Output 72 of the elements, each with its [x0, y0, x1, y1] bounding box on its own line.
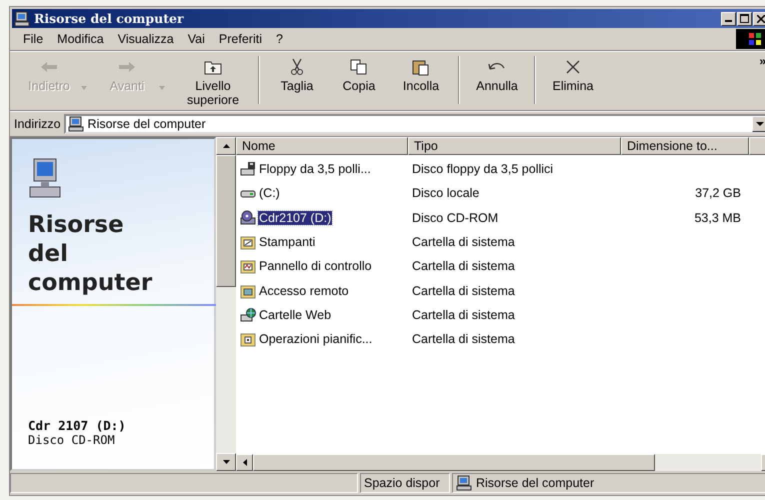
- column-header[interactable]: Dimensione to...: [621, 137, 749, 155]
- minimize-button[interactable]: [721, 12, 736, 26]
- table-cell-text: Cartella di sistema: [411, 332, 516, 346]
- minimize-icon: [725, 20, 732, 22]
- scroll-down-button[interactable]: [216, 453, 236, 471]
- task-folder-icon: [240, 331, 256, 348]
- menu-item[interactable]: Preferiti: [212, 30, 269, 48]
- copy-button[interactable]: Copia: [328, 56, 390, 95]
- down-arrow-icon: [222, 460, 230, 464]
- location-text: Risorse del computer: [476, 476, 594, 490]
- column-header[interactable]: Tipo: [408, 137, 621, 155]
- file-name[interactable]: Cdr2107 (D:): [258, 210, 332, 225]
- table-cell-text: Cartella di sistema: [411, 259, 516, 274]
- scrollbar-thumb[interactable]: [216, 155, 236, 287]
- clipboard-icon: [412, 58, 430, 76]
- floppy-drive-icon: [240, 161, 256, 178]
- scroll-left-button[interactable]: [236, 454, 253, 471]
- close-icon: [756, 14, 764, 22]
- cd-drive-icon: [240, 210, 256, 226]
- web-folder-icon: [240, 306, 256, 323]
- free-space-text: Spazio dispor: [364, 476, 440, 490]
- up-button[interactable]: Livello superiore: [174, 56, 252, 109]
- delete-icon: [565, 58, 581, 76]
- menu-item[interactable]: File: [16, 30, 50, 48]
- table-cell-text: Disco CD-ROM: [411, 210, 500, 225]
- cut-button[interactable]: Taglia: [266, 56, 328, 95]
- file-name[interactable]: Floppy da 3,5 polli...: [258, 162, 372, 176]
- folder-heading: Risorse del computer: [28, 211, 154, 298]
- windows-logo: [736, 29, 765, 49]
- file-name[interactable]: Cartelle Web: [258, 308, 332, 322]
- undo-button[interactable]: Annulla: [466, 56, 528, 95]
- dropdown-button[interactable]: [752, 116, 765, 132]
- column-header[interactable]: Nome: [236, 137, 408, 155]
- file-name[interactable]: Stampanti: [258, 235, 316, 250]
- table-cell-text: Disco floppy da 3,5 pollici: [411, 162, 554, 176]
- delete-button[interactable]: Elimina: [542, 56, 604, 95]
- computer-icon: [68, 116, 84, 132]
- address-label: Indirizzo: [14, 117, 61, 131]
- scissors-icon: [290, 58, 304, 76]
- window-title: Risorse del computer: [34, 11, 185, 26]
- table-cell-text: 53,3 MB: [693, 210, 742, 225]
- table-cell-text: 37,2 GB: [694, 186, 742, 200]
- scrollbar-thumb[interactable]: [253, 454, 655, 471]
- menu-item[interactable]: Visualizza: [110, 30, 181, 48]
- dropdown-arrow-icon: [756, 122, 764, 126]
- menu-item[interactable]: Vai: [180, 30, 212, 48]
- computer-icon: [14, 10, 30, 26]
- maximize-icon: [740, 14, 749, 23]
- menu-item[interactable]: ?: [268, 30, 290, 48]
- table-cell-text: Cartella di sistema: [411, 235, 516, 250]
- paste-button[interactable]: Incolla: [390, 56, 452, 95]
- file-name[interactable]: Accesso remoto: [258, 284, 350, 298]
- up-arrow-icon: [222, 144, 230, 148]
- copy-icon: [350, 58, 368, 76]
- maximize-button[interactable]: [737, 12, 752, 26]
- network-folder-icon: [240, 282, 256, 299]
- computer-icon: [456, 475, 472, 491]
- selection-type: Disco CD-ROM: [28, 433, 116, 447]
- left-arrow-icon: [242, 459, 246, 466]
- file-name[interactable]: (C:): [258, 186, 281, 200]
- selection-title: Cdr 2107 (D:): [28, 418, 127, 433]
- file-name[interactable]: Pannello di controllo: [258, 259, 373, 274]
- address-field[interactable]: Risorse del computer: [64, 114, 765, 134]
- table-cell-text: Cartella di sistema: [411, 308, 516, 322]
- file-name[interactable]: Operazioni pianific...: [258, 332, 374, 346]
- close-button[interactable]: [753, 12, 765, 26]
- scroll-up-button[interactable]: [216, 137, 236, 155]
- table-cell-text: Disco locale: [411, 186, 480, 200]
- table-cell-text: Cartella di sistema: [411, 284, 516, 298]
- menu-item[interactable]: Modifica: [50, 30, 111, 48]
- printer-folder-icon: [240, 234, 256, 250]
- control-panel-folder-icon: [240, 258, 256, 274]
